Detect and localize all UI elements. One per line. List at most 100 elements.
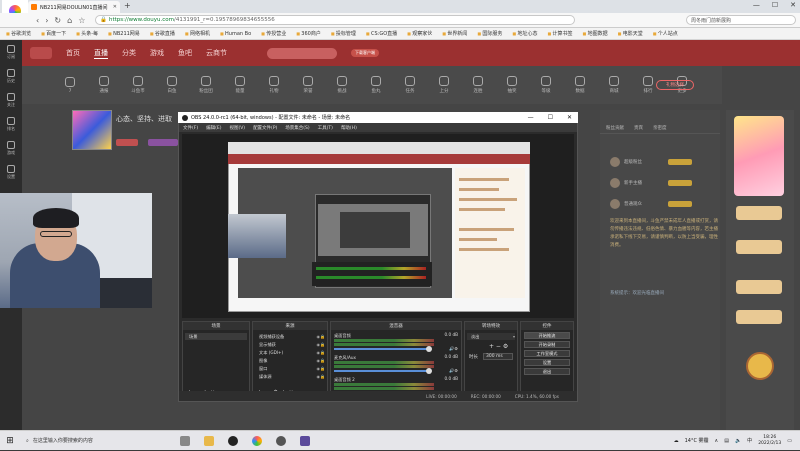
maximize-icon[interactable]: ☐ xyxy=(772,1,778,9)
bookmark[interactable]: CS:GO直播 xyxy=(366,30,397,37)
settings-button[interactable]: 设置 xyxy=(524,359,570,366)
douyu-logo[interactable] xyxy=(30,47,52,59)
chat-tab[interactable]: 粉丝贡献 xyxy=(606,125,624,131)
obs-maximize-icon[interactable]: ☐ xyxy=(548,114,553,121)
nav-item[interactable]: 首页 xyxy=(66,48,80,58)
source-item[interactable]: 媒体源 ◉🔒 xyxy=(255,373,325,380)
feature-item[interactable]: 礼物 xyxy=(262,76,286,94)
bookmark[interactable]: 谷歌直播 xyxy=(150,30,175,37)
feature-item[interactable]: 任务 xyxy=(398,76,422,94)
feature-item[interactable]: 荣誉 xyxy=(296,76,320,94)
minimize-icon[interactable]: — xyxy=(753,1,760,9)
new-tab-icon[interactable]: + xyxy=(124,1,131,10)
mixer-gear-icon[interactable]: 🔊⚙ xyxy=(449,368,458,374)
nav-item[interactable]: 分类 xyxy=(122,48,136,58)
feature-item[interactable]: 斗鱼币 xyxy=(126,76,150,94)
bookmark[interactable]: NB211网易 xyxy=(108,30,140,37)
obs-minimize-icon[interactable]: — xyxy=(528,114,534,121)
chat-tab[interactable]: 亲密度 xyxy=(653,125,667,131)
bookmark[interactable]: 电影天堂 xyxy=(618,30,643,37)
notification-icon[interactable]: ▭ xyxy=(787,438,792,444)
bookmark[interactable]: 头条-每 xyxy=(76,30,98,37)
obs-menu-item[interactable]: 工具(T) xyxy=(318,125,333,131)
star-icon[interactable]: ☆ xyxy=(78,16,85,25)
visibility-icon[interactable]: ◉🔒 xyxy=(317,374,325,379)
obs-menu-item[interactable]: 视图(V) xyxy=(229,125,245,131)
start-streaming-button[interactable]: 开始推流 xyxy=(524,332,570,339)
streamer-avatar[interactable] xyxy=(72,110,112,150)
site-search-input[interactable] xyxy=(267,47,337,59)
bookmark[interactable]: 投标管理 xyxy=(331,30,356,37)
visibility-icon[interactable]: ◉🔒 xyxy=(317,366,325,371)
address-bar[interactable]: 🔒 https://www.douyu.com /4131991_r=0.195… xyxy=(95,15,576,25)
rank-row[interactable]: 新手主播 xyxy=(610,176,720,190)
mixer-gear-icon[interactable]: 🔊⚙ xyxy=(449,346,458,352)
feature-item[interactable]: 7 xyxy=(58,76,82,94)
promo-card[interactable] xyxy=(736,240,782,254)
transition-add-remove-icons[interactable]: + − ⚙ xyxy=(489,343,508,350)
source-item[interactable]: 窗口 ◉🔒 xyxy=(255,365,325,372)
rank-row[interactable]: 超级粉丝 xyxy=(610,155,720,169)
folder-icon[interactable] xyxy=(200,432,218,450)
feature-item[interactable]: 粉丝团 xyxy=(194,76,218,94)
visibility-icon[interactable]: ◉🔒 xyxy=(317,358,325,363)
browser-app-icon[interactable] xyxy=(248,432,266,450)
sidebar-item[interactable]: 设置 xyxy=(0,160,22,184)
visibility-icon[interactable]: ◉🔒 xyxy=(317,350,325,355)
shield-app-icon[interactable] xyxy=(296,432,314,450)
source-item[interactable]: 文本 (GDI+) ◉🔒 xyxy=(255,349,325,356)
nav-item[interactable]: 云商节 xyxy=(206,48,227,58)
bookmark[interactable]: Human Bo xyxy=(220,31,251,37)
sidebar-item[interactable]: 关注 xyxy=(0,88,22,112)
chat-tab[interactable]: 贵宾 xyxy=(634,125,643,131)
feature-item[interactable]: 通报 xyxy=(92,76,116,94)
scene-item[interactable]: 场景 xyxy=(185,333,247,340)
feature-item[interactable]: 连胜 xyxy=(466,76,490,94)
bookmark[interactable]: 传授营业 xyxy=(261,30,286,37)
browser-tab[interactable]: NB211网易DOULIN01直播间 ✕ xyxy=(28,1,120,13)
nav-item[interactable]: 鱼吧 xyxy=(178,48,192,58)
volume-slider-knob[interactable] xyxy=(426,368,432,374)
feature-item[interactable]: 上分 xyxy=(432,76,456,94)
browser-search[interactable]: 周冬雨门前新展购 xyxy=(686,15,796,25)
volume-slider-knob[interactable] xyxy=(426,346,432,352)
feature-item[interactable]: 等级 xyxy=(534,76,558,94)
bookmark[interactable]: 观察家伙 xyxy=(407,30,432,37)
rank-row[interactable]: 普通观众 xyxy=(610,197,720,211)
obs-menu-item[interactable]: 帮助(H) xyxy=(341,125,357,131)
nav-item[interactable]: 游戏 xyxy=(150,48,164,58)
promo-card[interactable] xyxy=(736,206,782,220)
ime-indicator[interactable]: 中 xyxy=(747,437,752,444)
back-icon[interactable]: ‹ xyxy=(36,16,39,25)
feature-item[interactable]: 商城 xyxy=(602,76,626,94)
download-client-button[interactable]: 下载客户端 xyxy=(351,49,379,57)
forward-icon[interactable]: › xyxy=(45,16,48,25)
promo-card[interactable] xyxy=(736,310,782,324)
sidebar-item[interactable]: 游戏 xyxy=(0,136,22,160)
studio-mode-button[interactable]: 工作室模式 xyxy=(524,350,570,357)
volume-icon[interactable]: 🔈 xyxy=(735,438,741,444)
feature-item[interactable]: 抽奖 xyxy=(500,76,524,94)
bookmark[interactable]: 谷歌浏览 xyxy=(6,30,31,37)
feature-item[interactable]: 白鱼 xyxy=(160,76,184,94)
stream-tag[interactable] xyxy=(148,139,178,146)
promo-card[interactable] xyxy=(736,280,782,294)
feature-item[interactable]: 能量 xyxy=(228,76,252,94)
refresh-icon[interactable]: ↻ xyxy=(54,16,61,25)
duration-input[interactable]: 300 ms xyxy=(483,353,513,360)
transition-select[interactable]: 淡出 ▾ xyxy=(467,333,515,340)
tray-arrow-icon[interactable]: ∧ xyxy=(715,438,719,444)
network-icon[interactable]: ▤ xyxy=(724,438,729,444)
gift-button[interactable]: 礼物选择 xyxy=(656,80,694,90)
media-app-icon[interactable] xyxy=(272,432,290,450)
source-item[interactable]: 图像 ◉🔒 xyxy=(255,357,325,364)
close-window-icon[interactable]: ✕ xyxy=(790,1,796,9)
obs-menu-item[interactable]: 编辑(E) xyxy=(206,125,221,131)
visibility-icon[interactable]: ◉🔒 xyxy=(317,342,325,347)
task-view-icon[interactable] xyxy=(176,432,194,450)
sidebar-item[interactable]: 历史 xyxy=(0,64,22,88)
source-item[interactable]: 视频捕获设备 ◉🔒 xyxy=(255,333,325,340)
volume-slider[interactable] xyxy=(334,370,430,372)
bookmark[interactable]: 地图数据 xyxy=(583,30,608,37)
obs-menu-item[interactable]: 配置文件(P) xyxy=(253,125,277,131)
